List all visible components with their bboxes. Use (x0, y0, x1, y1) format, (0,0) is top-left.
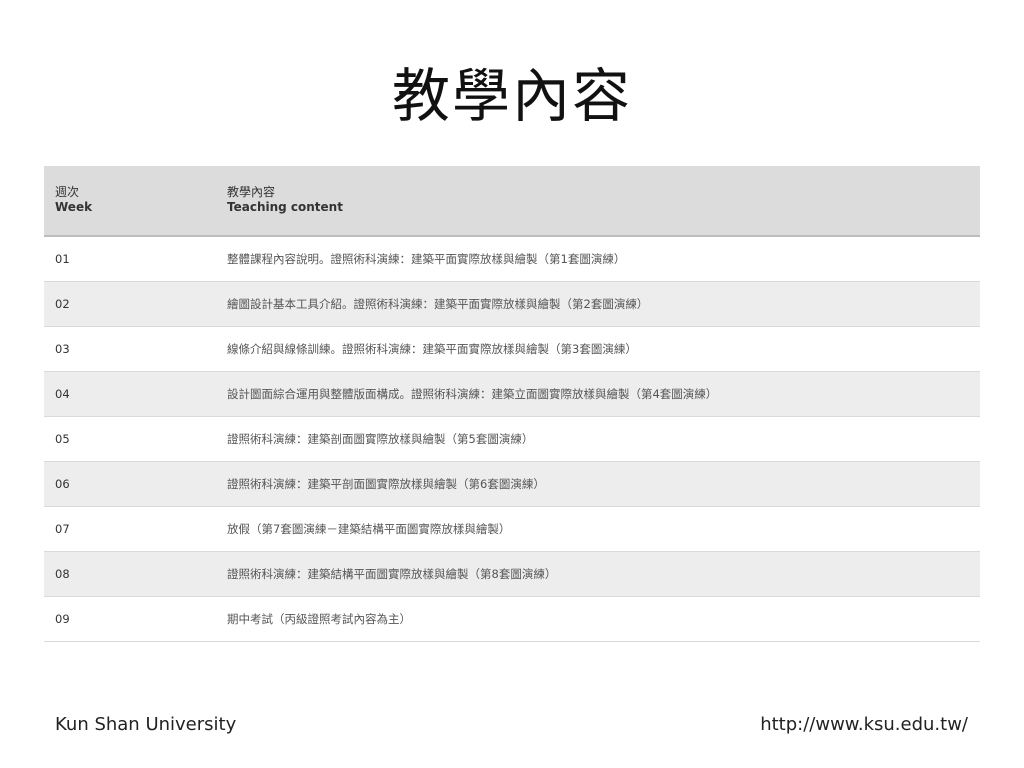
table-row: 02 繪圖設計基本工具介紹。證照術科演練：建築平面實際放樣與繪製（第2套圖演練） (44, 282, 980, 327)
header-content: 教學內容 Teaching content (227, 166, 980, 235)
table-header: 週次 Week 教學內容 Teaching content (44, 166, 980, 237)
row-week: 08 (55, 567, 70, 581)
row-content: 證照術科演練：建築平剖面圖實際放樣與繪製（第6套圖演練） (227, 477, 545, 491)
row-week: 03 (55, 342, 70, 356)
row-content: 期中考試（丙級證照考試內容為主） (227, 612, 411, 626)
header-content-zh: 教學內容 (227, 184, 276, 199)
footer-university-name: Kun Shan University (55, 714, 237, 735)
table-row: 01 整體課程內容說明。證照術科演練：建築平面實際放樣與繪製（第1套圖演練） (44, 237, 980, 282)
table-row: 07 放假（第7套圖演練－建築結構平面圖實際放樣與繪製） (44, 507, 980, 552)
schedule-table: 週次 Week 教學內容 Teaching content 01 整體課程內容說… (44, 166, 980, 642)
header-week: 週次 Week (44, 166, 227, 235)
table-row: 04 設計圖面綜合運用與整體版面構成。證照術科演練：建築立面圖實際放樣與繪製（第… (44, 372, 980, 417)
row-content: 證照術科演練：建築剖面圖實際放樣與繪製（第5套圖演練） (227, 432, 534, 446)
table-row: 09 期中考試（丙級證照考試內容為主） (44, 597, 980, 642)
row-content: 證照術科演練：建築結構平面圖實際放樣與繪製（第8套圖演練） (227, 567, 557, 581)
row-week: 06 (55, 477, 70, 491)
row-content: 放假（第7套圖演練－建築結構平面圖實際放樣與繪製） (227, 522, 511, 536)
header-week-zh: 週次 (55, 184, 80, 199)
row-week: 02 (55, 297, 70, 311)
slide-title: 教學內容 (391, 62, 632, 130)
row-content: 線條介紹與線條訓練。證照術科演練：建築平面實際放樣與繪製（第3套圖演練） (227, 342, 637, 356)
header-week-en: Week (55, 199, 93, 214)
row-week: 07 (55, 522, 70, 536)
row-week: 01 (55, 252, 70, 266)
table-row: 05 證照術科演練：建築剖面圖實際放樣與繪製（第5套圖演練） (44, 417, 980, 462)
row-week: 05 (55, 432, 70, 446)
row-week: 09 (55, 612, 70, 626)
table-row: 06 證照術科演練：建築平剖面圖實際放樣與繪製（第6套圖演練） (44, 462, 980, 507)
footer-url: http://www.ksu.edu.tw/ (760, 714, 968, 735)
row-week: 04 (55, 387, 70, 401)
table-row: 08 證照術科演練：建築結構平面圖實際放樣與繪製（第8套圖演練） (44, 552, 980, 597)
table-row: 03 線條介紹與線條訓練。證照術科演練：建築平面實際放樣與繪製（第3套圖演練） (44, 327, 980, 372)
row-content: 設計圖面綜合運用與整體版面構成。證照術科演練：建築立面圖實際放樣與繪製（第4套圖… (227, 387, 718, 401)
header-content-en: Teaching content (227, 199, 343, 214)
row-content: 整體課程內容說明。證照術科演練：建築平面實際放樣與繪製（第1套圖演練） (227, 252, 626, 266)
row-content: 繪圖設計基本工具介紹。證照術科演練：建築平面實際放樣與繪製（第2套圖演練） (227, 297, 649, 311)
